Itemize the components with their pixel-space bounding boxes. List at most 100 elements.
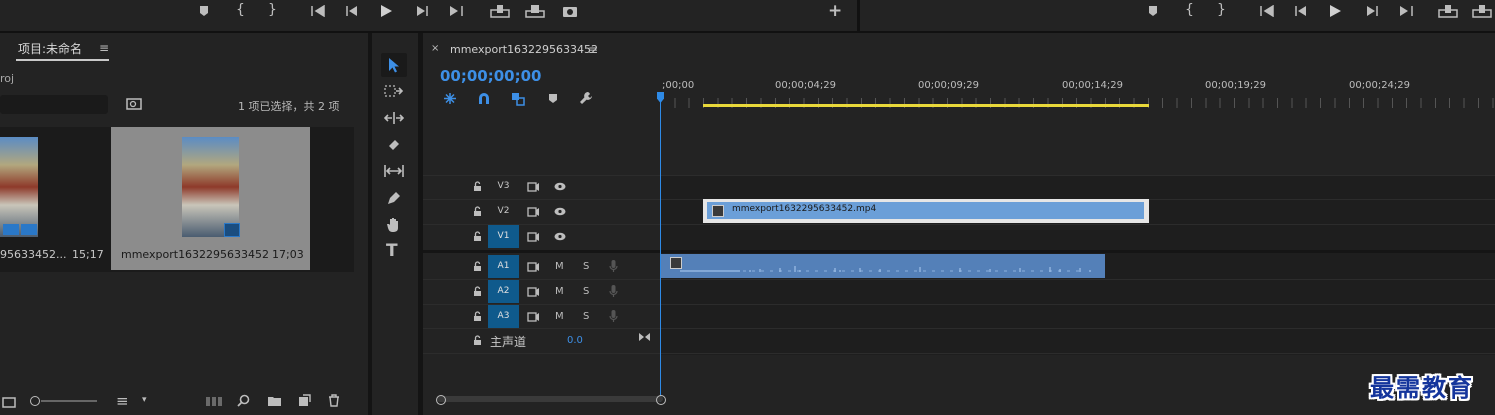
- extract-icon[interactable]: [1472, 4, 1492, 18]
- media-item[interactable]: [0, 137, 38, 237]
- media-item-duration: 17;03: [272, 248, 304, 261]
- wrench-icon[interactable]: [579, 91, 593, 105]
- mark-out-icon[interactable]: }: [1217, 3, 1226, 17]
- mark-in-icon[interactable]: {: [236, 3, 245, 17]
- sync-lock-icon[interactable]: [527, 287, 540, 297]
- panel-menu-icon[interactable]: ≡: [588, 44, 598, 56]
- nest-icon[interactable]: [443, 92, 457, 105]
- track-label-a3[interactable]: A3: [488, 305, 519, 328]
- microphone-icon[interactable]: [609, 284, 618, 298]
- track-label-v1[interactable]: V1: [488, 225, 519, 248]
- type-tool-icon[interactable]: T: [386, 243, 398, 260]
- sort-icon[interactable]: ≡: [116, 394, 129, 409]
- go-to-out-icon[interactable]: [448, 5, 464, 17]
- hand-tool-icon[interactable]: [386, 216, 402, 233]
- ruler-label: 00;00;09;29: [918, 80, 980, 91]
- lock-icon[interactable]: [473, 286, 482, 297]
- playhead-timecode[interactable]: 00;00;00;00: [440, 67, 542, 85]
- play-icon[interactable]: [1329, 4, 1342, 18]
- sequence-tab[interactable]: mmexport1632295633452: [450, 43, 598, 56]
- add-button-icon[interactable]: +: [828, 3, 842, 20]
- audio-clip[interactable]: [660, 254, 1105, 278]
- mark-out-icon[interactable]: }: [268, 3, 277, 17]
- track-label-a2[interactable]: A2: [488, 280, 519, 303]
- mark-in-icon[interactable]: {: [1185, 3, 1194, 17]
- lock-icon[interactable]: [473, 311, 482, 322]
- fx-badge-icon: [712, 205, 724, 217]
- audio-video-badge-icon: [224, 223, 240, 237]
- track-label-a1[interactable]: A1: [488, 255, 519, 278]
- chevron-down-icon[interactable]: ▾: [142, 396, 147, 405]
- sync-lock-icon[interactable]: [527, 262, 540, 272]
- list-view-icon[interactable]: [2, 396, 16, 408]
- marker-icon[interactable]: [1147, 5, 1159, 17]
- insert-icon[interactable]: [490, 4, 510, 18]
- microphone-icon[interactable]: [609, 309, 618, 323]
- work-area-bar[interactable]: [703, 104, 1149, 107]
- mute-button[interactable]: M: [555, 286, 564, 297]
- lock-icon[interactable]: [473, 206, 482, 217]
- close-icon[interactable]: ×: [431, 44, 439, 54]
- new-bin-icon[interactable]: [267, 395, 282, 407]
- eye-icon[interactable]: [554, 182, 566, 191]
- microphone-icon[interactable]: [609, 259, 618, 273]
- scroll-handle-right[interactable]: [656, 395, 666, 405]
- lock-icon[interactable]: [473, 335, 482, 346]
- solo-button[interactable]: S: [583, 286, 589, 297]
- track-label-v3[interactable]: V3: [488, 175, 519, 198]
- linked-selection-icon[interactable]: [511, 92, 525, 106]
- slip-tool-icon[interactable]: [383, 164, 405, 178]
- mute-button[interactable]: M: [555, 311, 564, 322]
- automate-to-sequence-icon[interactable]: [206, 396, 222, 407]
- ripple-edit-tool-icon[interactable]: [384, 111, 404, 125]
- eye-icon[interactable]: [554, 207, 566, 216]
- step-back-icon[interactable]: [345, 5, 359, 17]
- step-back-icon[interactable]: [1294, 5, 1308, 17]
- go-to-in-icon[interactable]: [310, 5, 326, 17]
- lift-icon[interactable]: [1438, 4, 1458, 18]
- scroll-handle-left[interactable]: [436, 395, 446, 405]
- razor-tool-icon[interactable]: [386, 137, 402, 153]
- solo-button[interactable]: S: [583, 261, 589, 272]
- solo-button[interactable]: S: [583, 311, 589, 322]
- video-clip[interactable]: mmexport1632295633452.mp4: [703, 199, 1149, 223]
- marker-icon[interactable]: [198, 5, 210, 17]
- go-to-in-icon[interactable]: [1259, 5, 1275, 17]
- step-forward-icon[interactable]: [1365, 5, 1379, 17]
- playhead-line[interactable]: [660, 94, 661, 402]
- project-tab[interactable]: 项目:未命名: [18, 40, 82, 57]
- horizontal-scrollbar[interactable]: [437, 396, 663, 402]
- new-item-icon[interactable]: [298, 394, 311, 407]
- export-frame-icon[interactable]: [562, 4, 578, 18]
- sync-lock-icon[interactable]: [527, 207, 540, 217]
- step-forward-icon[interactable]: [415, 5, 429, 17]
- mute-button[interactable]: M: [555, 261, 564, 272]
- search-input[interactable]: [0, 95, 108, 114]
- pen-tool-icon[interactable]: [386, 190, 402, 206]
- sync-lock-icon[interactable]: [527, 232, 540, 242]
- trash-icon[interactable]: [328, 394, 340, 407]
- add-marker-icon[interactable]: [548, 93, 558, 104]
- go-to-out-icon[interactable]: [1398, 5, 1414, 17]
- lock-icon[interactable]: [473, 231, 482, 242]
- sync-lock-icon[interactable]: [527, 182, 540, 192]
- master-volume-value[interactable]: 0.0: [567, 335, 583, 346]
- lock-icon[interactable]: [473, 261, 482, 272]
- play-icon[interactable]: [380, 4, 393, 18]
- eye-icon[interactable]: [554, 232, 566, 241]
- video-thumbnail: [0, 137, 38, 237]
- track-select-tool-icon[interactable]: [384, 84, 404, 98]
- sync-lock-icon[interactable]: [527, 312, 540, 322]
- track-label-v2[interactable]: V2: [488, 200, 519, 223]
- panel-menu-icon[interactable]: ≡: [99, 42, 109, 54]
- go-to-edit-icon[interactable]: [638, 332, 651, 342]
- selection-tool-icon[interactable]: [388, 57, 400, 73]
- zoom-slider-handle[interactable]: [30, 396, 40, 406]
- overwrite-icon[interactable]: [525, 4, 545, 18]
- find-bin-icon[interactable]: [126, 98, 142, 110]
- ruler-label: 00;00;24;29: [1349, 80, 1411, 91]
- snap-icon[interactable]: [477, 92, 491, 105]
- zoom-slider[interactable]: [41, 400, 97, 402]
- lock-icon[interactable]: [473, 181, 482, 192]
- search-icon[interactable]: [237, 394, 250, 407]
